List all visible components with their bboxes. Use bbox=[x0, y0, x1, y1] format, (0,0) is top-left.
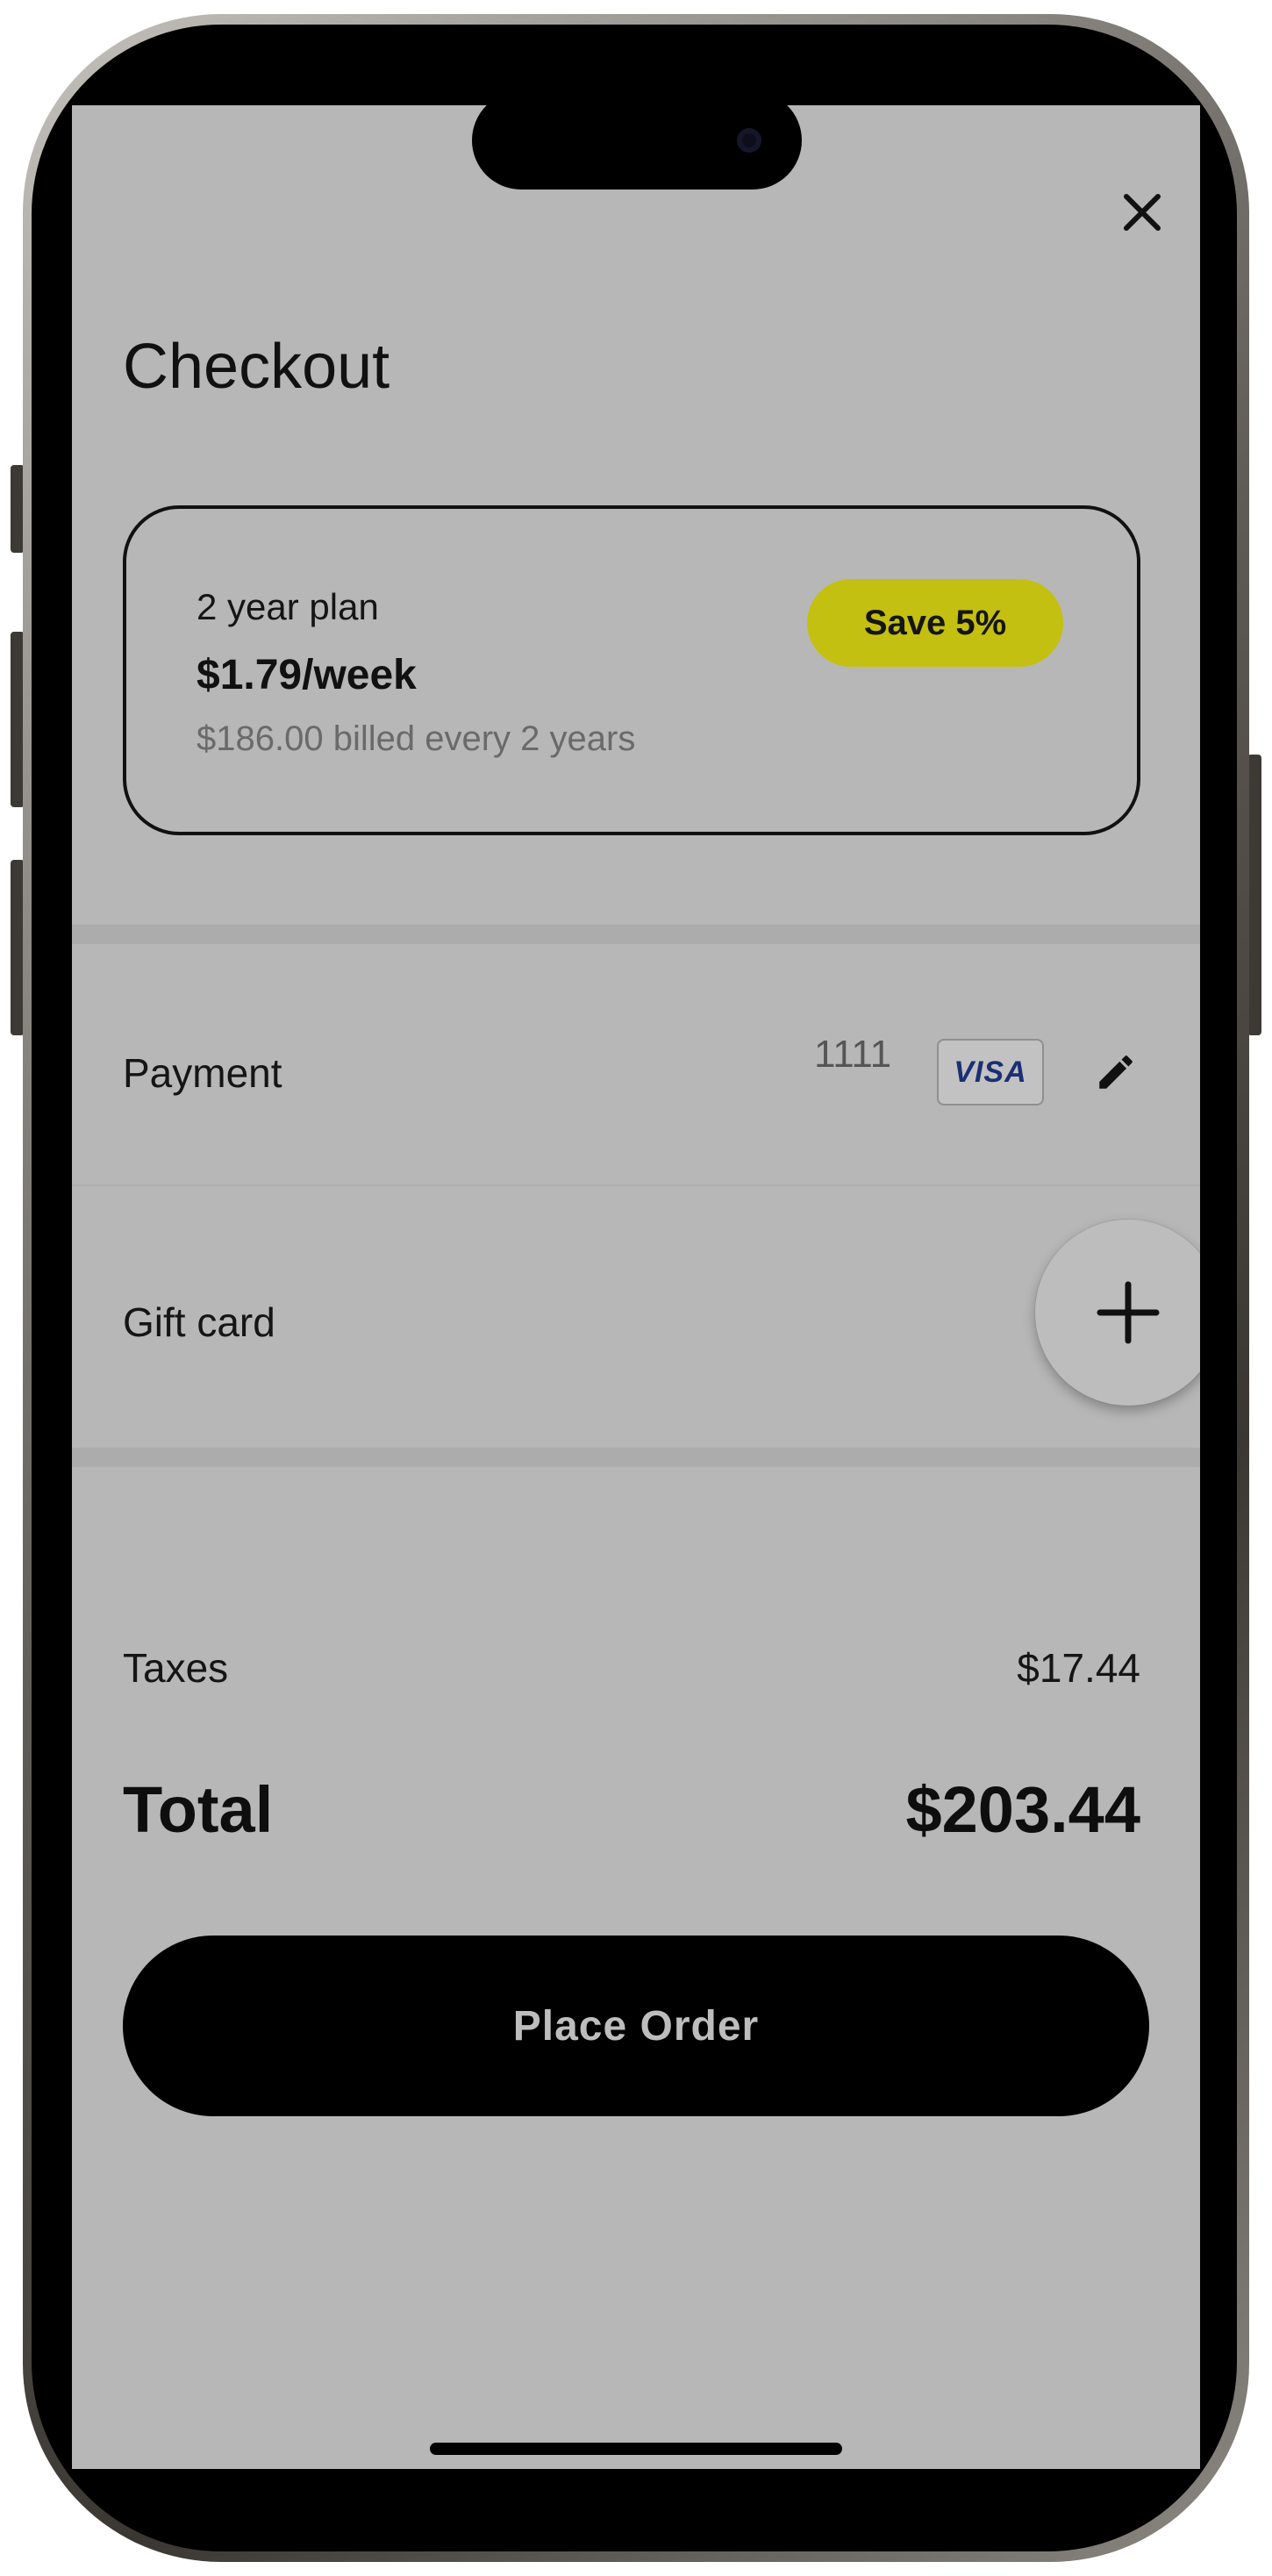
close-button[interactable] bbox=[1107, 177, 1177, 247]
gift-card-label: Gift card bbox=[123, 1299, 275, 1345]
plan-name: 2 year plan bbox=[197, 586, 379, 627]
place-order-button[interactable]: Place Order bbox=[123, 1936, 1149, 2116]
pencil-icon bbox=[1099, 1055, 1133, 1089]
visa-card-icon: VISA bbox=[937, 1039, 1044, 1106]
card-last4: 1111 bbox=[814, 1033, 892, 1076]
total-label: Total bbox=[123, 1773, 274, 1846]
plan-billing-text: $186.00 billed every 2 years bbox=[197, 719, 636, 758]
taxes-value: $17.44 bbox=[1017, 1645, 1140, 1691]
total-value: $203.44 bbox=[905, 1773, 1141, 1846]
section-divider bbox=[72, 1448, 1200, 1467]
edit-payment-button[interactable] bbox=[1081, 1037, 1151, 1107]
section-divider bbox=[72, 925, 1200, 944]
power-button bbox=[1247, 755, 1261, 1035]
row-divider bbox=[72, 1184, 1200, 1186]
dynamic-island bbox=[472, 91, 802, 190]
plan-price: $1.79/week bbox=[197, 652, 417, 698]
add-gift-card-button[interactable] bbox=[1035, 1220, 1200, 1406]
taxes-label: Taxes bbox=[123, 1645, 229, 1691]
device-mockup: Checkout 2 year plan $1.79/week $186.00 … bbox=[0, 0, 1272, 2576]
plus-icon bbox=[1097, 1281, 1160, 1344]
savings-badge: Save 5% bbox=[807, 579, 1063, 667]
close-icon bbox=[1124, 194, 1161, 231]
page-title: Checkout bbox=[123, 332, 390, 402]
plan-card[interactable]: 2 year plan $1.79/week $186.00 billed ev… bbox=[123, 505, 1140, 835]
payment-label: Payment bbox=[123, 1050, 282, 1096]
home-indicator[interactable] bbox=[430, 2443, 842, 2455]
front-camera bbox=[737, 128, 761, 153]
checkout-screen: Checkout 2 year plan $1.79/week $186.00 … bbox=[72, 105, 1200, 2469]
